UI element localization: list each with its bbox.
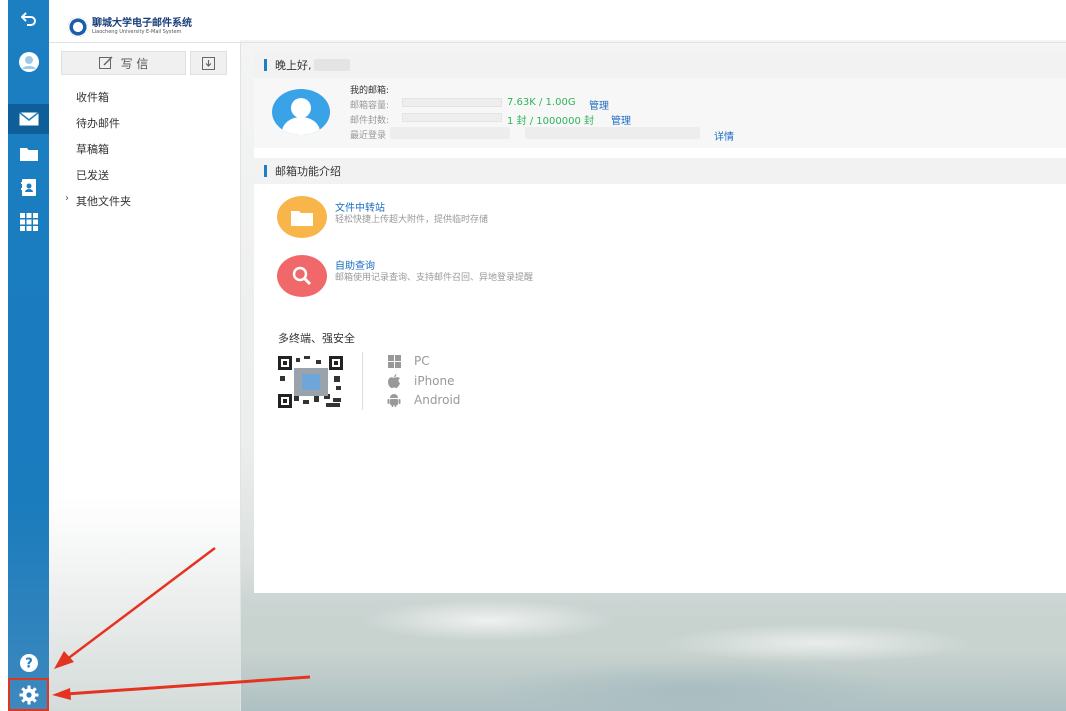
contacts-icon[interactable] bbox=[8, 172, 49, 202]
back-icon[interactable] bbox=[8, 4, 49, 34]
greeting-title: 晚上好, bbox=[275, 59, 312, 72]
feature-desc-self-query: 邮箱使用记录查询、支持邮件召回、异地登录提醒 bbox=[335, 273, 534, 283]
details-link[interactable]: 详情 bbox=[714, 128, 734, 143]
greeting-header: 晚上好, bbox=[254, 52, 1066, 78]
folder-item-drafts[interactable]: 草稿箱 bbox=[76, 141, 109, 157]
logo-title: 聊城大学电子邮件系统 bbox=[92, 17, 192, 29]
chevron-right-icon[interactable]: › bbox=[65, 193, 69, 204]
mail-icon[interactable] bbox=[8, 104, 49, 134]
folder-icon[interactable] bbox=[8, 138, 49, 168]
platform-android-label: Android bbox=[414, 393, 461, 407]
logo-subtitle: Liaocheng University E-Mail System bbox=[92, 28, 182, 35]
capacity-value: 7.63K / 1.00G bbox=[507, 97, 576, 108]
platform-iphone: iPhone bbox=[386, 374, 455, 388]
platform-pc-label: PC bbox=[414, 354, 430, 368]
write-mail-label: 写 信 bbox=[120, 56, 149, 71]
platform-android: Android bbox=[386, 393, 460, 407]
multi-platform-title: 多终端、强安全 bbox=[278, 332, 355, 345]
last-login-label: 最近登录 bbox=[350, 131, 387, 141]
capacity-manage-link[interactable]: 管理 bbox=[589, 97, 609, 112]
section-marker bbox=[264, 165, 267, 177]
feature-desc-file-transfer: 轻松快捷上传超大附件，提供临时存储 bbox=[335, 215, 489, 225]
count-manage-link[interactable]: 管理 bbox=[611, 112, 631, 127]
windows-icon bbox=[386, 354, 402, 368]
mailbox-heading: 我的邮箱: bbox=[350, 86, 390, 96]
download-icon bbox=[202, 56, 215, 70]
username-redacted bbox=[313, 59, 350, 71]
folder-item-other[interactable]: 其他文件夹 bbox=[76, 193, 131, 209]
last-login-location-redacted bbox=[525, 127, 700, 139]
last-login-redacted bbox=[390, 127, 510, 139]
count-value: 1 封 / 1000000 封 bbox=[507, 116, 594, 127]
university-seal-icon bbox=[68, 17, 88, 37]
avatar-icon[interactable] bbox=[8, 47, 49, 77]
write-mail-button[interactable]: 写 信 bbox=[61, 51, 186, 75]
svg-text:?: ? bbox=[25, 657, 33, 672]
apps-icon[interactable] bbox=[8, 207, 49, 237]
qr-code bbox=[278, 356, 343, 408]
platform-iphone-label: iPhone bbox=[414, 374, 455, 388]
app-logo: 聊城大学电子邮件系统 Liaocheng University E-Mail S… bbox=[68, 16, 192, 38]
count-label: 邮件封数: bbox=[350, 116, 390, 126]
folder-item-todo[interactable]: 待办邮件 bbox=[76, 115, 120, 131]
left-rail: ? bbox=[8, 0, 49, 711]
count-meter bbox=[402, 113, 502, 122]
help-icon[interactable]: ? bbox=[8, 648, 49, 678]
folder-item-inbox[interactable]: 收件箱 bbox=[76, 89, 109, 105]
capacity-meter bbox=[402, 98, 502, 107]
folder-item-sent[interactable]: 已发送 bbox=[76, 167, 109, 183]
compose-icon bbox=[98, 56, 113, 69]
qr-divider bbox=[362, 352, 363, 410]
settings-icon[interactable] bbox=[8, 678, 49, 711]
intro-header: 邮箱功能介绍 bbox=[254, 158, 1066, 184]
search-icon bbox=[292, 266, 312, 286]
self-service-query-button[interactable] bbox=[277, 255, 327, 297]
folder-panel-border bbox=[240, 43, 241, 711]
file-transfer-button[interactable] bbox=[277, 196, 327, 238]
apple-icon bbox=[386, 374, 402, 388]
user-avatar bbox=[272, 89, 330, 135]
platform-pc: PC bbox=[386, 354, 430, 368]
receive-mail-button[interactable] bbox=[190, 51, 227, 75]
intro-title: 邮箱功能介绍 bbox=[275, 165, 341, 178]
folder-icon bbox=[291, 210, 313, 226]
capacity-label: 邮箱容量: bbox=[350, 101, 390, 111]
android-icon bbox=[386, 393, 402, 407]
section-marker bbox=[264, 59, 267, 71]
